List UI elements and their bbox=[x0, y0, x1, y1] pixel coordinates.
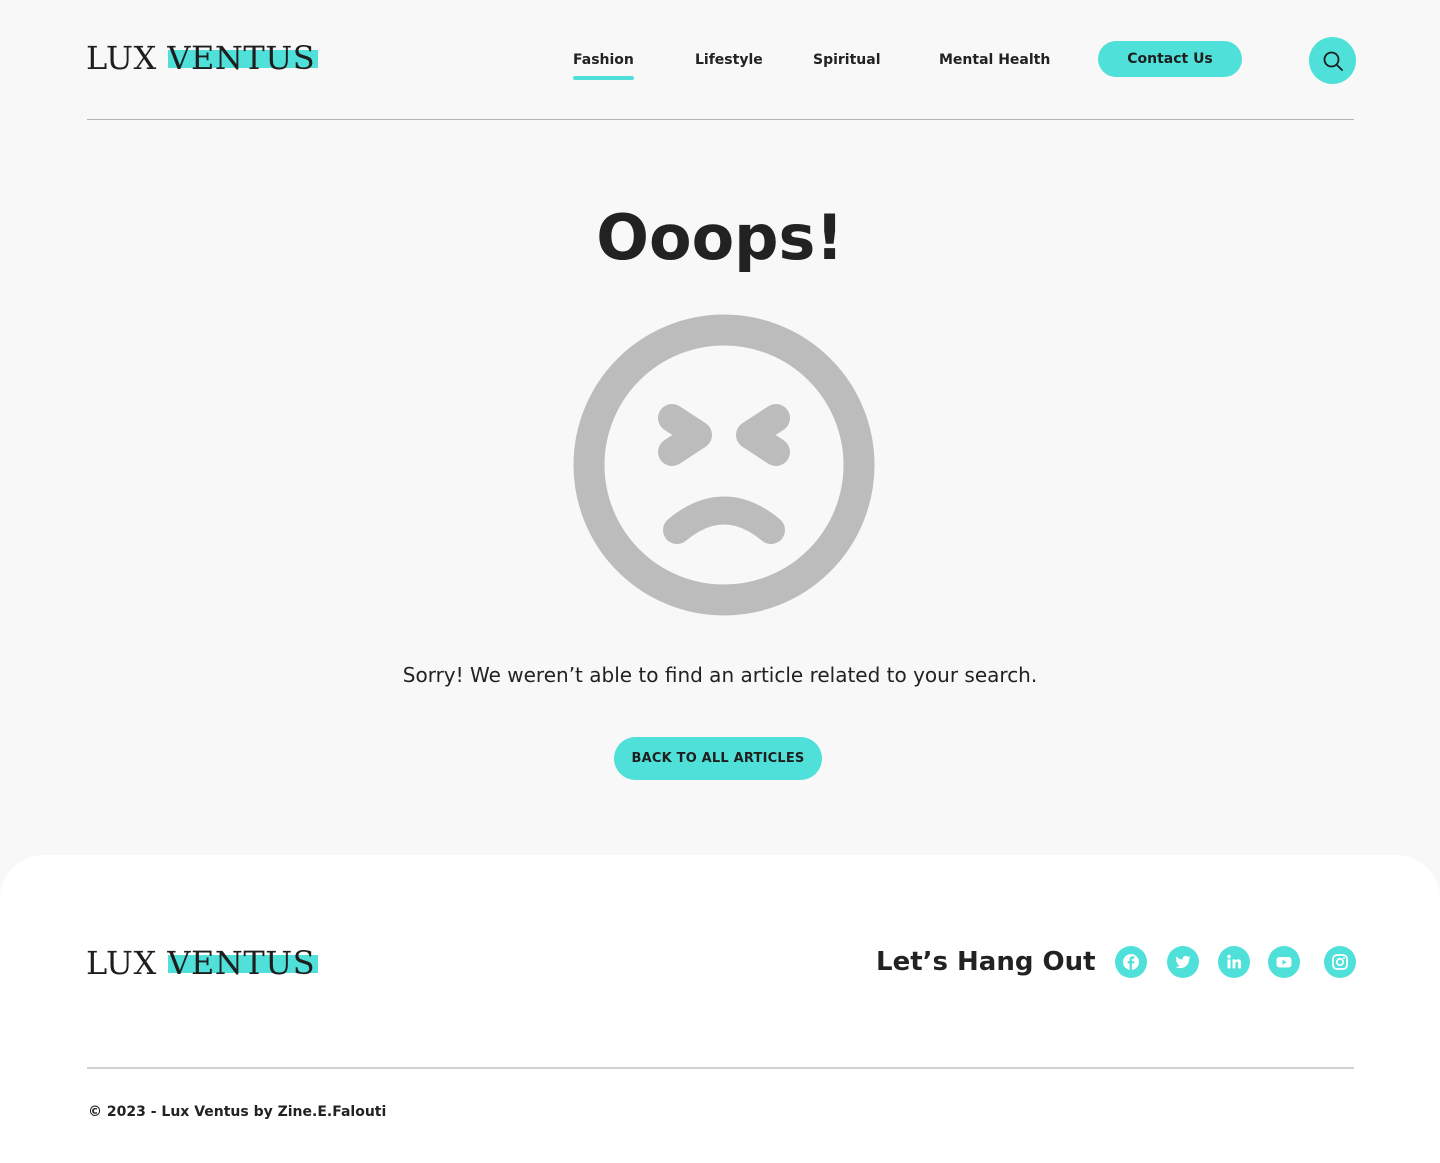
copyright-text: © 2023 - Lux Ventus by Zine.E.Falouti bbox=[88, 1104, 387, 1120]
page: LUX VENTUS Fashion Lifestyle Spiritual M… bbox=[0, 0, 1440, 1163]
youtube-icon bbox=[1276, 957, 1292, 968]
facebook-link[interactable] bbox=[1115, 946, 1147, 978]
twitter-link[interactable] bbox=[1167, 946, 1199, 978]
header-divider bbox=[87, 119, 1354, 120]
footer-logo[interactable]: LUX VENTUS bbox=[86, 944, 326, 983]
nav-item-lifestyle[interactable]: Lifestyle bbox=[695, 50, 763, 70]
footer-tagline: Let’s Hang Out bbox=[876, 947, 1096, 977]
nav-item-mental-health[interactable]: Mental Health bbox=[939, 50, 1050, 70]
logo-text: LUX VENTUS bbox=[86, 39, 316, 77]
linkedin-icon bbox=[1227, 954, 1241, 969]
nav-item-spiritual[interactable]: Spiritual bbox=[813, 50, 881, 70]
page-title: Ooops! bbox=[596, 201, 844, 274]
facebook-icon bbox=[1123, 954, 1139, 970]
nav-item-fashion[interactable]: Fashion bbox=[573, 50, 634, 80]
search-button[interactable] bbox=[1309, 37, 1356, 84]
twitter-icon bbox=[1175, 955, 1191, 969]
youtube-link[interactable] bbox=[1268, 946, 1300, 978]
not-found-message: Sorry! We weren’t able to find an articl… bbox=[402, 663, 1038, 687]
back-to-articles-button[interactable]: BACK TO ALL ARTICLES bbox=[614, 737, 822, 780]
sad-face-icon bbox=[573, 314, 875, 616]
logo-text: LUX VENTUS bbox=[86, 944, 316, 982]
contact-us-button[interactable]: Contact Us bbox=[1098, 41, 1242, 77]
instagram-link[interactable] bbox=[1324, 946, 1356, 978]
header-logo[interactable]: LUX VENTUS bbox=[86, 39, 326, 78]
footer-divider bbox=[87, 1067, 1354, 1069]
instagram-icon bbox=[1332, 954, 1348, 970]
linkedin-link[interactable] bbox=[1218, 946, 1250, 978]
search-icon bbox=[1323, 51, 1343, 71]
